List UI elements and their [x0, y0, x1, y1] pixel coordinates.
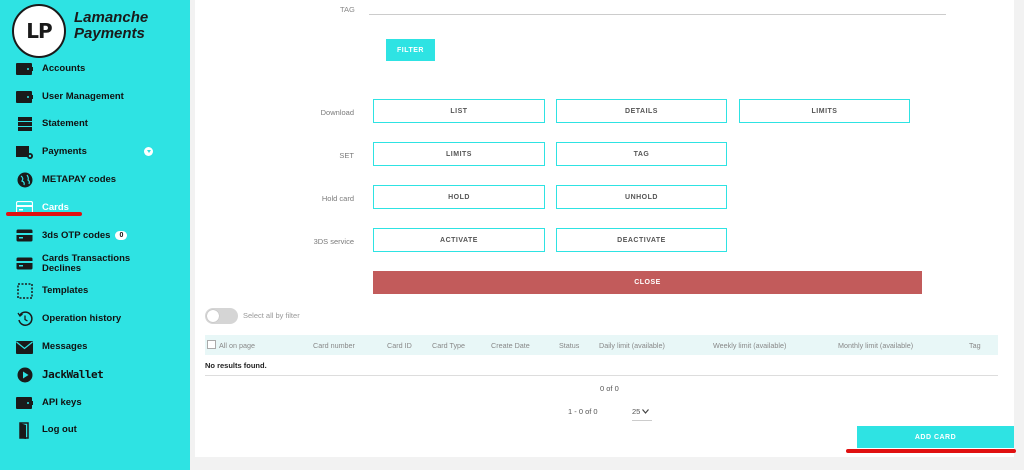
page-size-select[interactable]: 25 [632, 402, 652, 421]
add-card-highlight-underline [846, 449, 1016, 453]
select-all-label: Select all by filter [243, 311, 300, 320]
hold-button[interactable]: HOLD [373, 185, 545, 209]
all-on-page-checkbox[interactable] [207, 340, 216, 349]
door-icon [16, 422, 33, 439]
sidebar-item-log-out[interactable]: Log out [0, 417, 190, 445]
sidebar-item-accounts[interactable]: Accounts [0, 55, 190, 83]
column-header[interactable]: Tag [969, 341, 981, 350]
sidebar-item-3ds-otp-codes[interactable]: 3ds OTP codes 0 [0, 222, 190, 250]
sidebar-item-templates[interactable]: Templates [0, 278, 190, 306]
otp-count-badge: 0 [115, 231, 128, 241]
set-limits-button[interactable]: LIMITS [373, 142, 545, 166]
column-header[interactable]: Status [559, 341, 579, 350]
select-all-toggle[interactable] [205, 308, 238, 324]
download-label: Download [320, 108, 354, 117]
pagination-range: 1 - 0 of 0 [568, 407, 598, 416]
sidebar-item-jackwallet[interactable]: JackWallet [0, 361, 190, 389]
column-header[interactable]: Monthly limit (available) [838, 341, 913, 350]
sidebar-item-statement[interactable]: Statement [0, 111, 190, 139]
sidebar-item-user-management[interactable]: User Management [0, 83, 190, 111]
card-icon [16, 227, 33, 244]
sidebar-item-messages[interactable]: Messages [0, 333, 190, 361]
hold-card-label: Hold card [321, 194, 354, 203]
activate-3ds-button[interactable]: ACTIVATE [373, 228, 545, 252]
table-header: All on page Card number Card ID Card Typ… [205, 335, 998, 355]
column-header[interactable]: Card ID [387, 341, 412, 350]
card-icon [16, 255, 33, 272]
download-list-button[interactable]: LIST [373, 99, 545, 123]
sidebar-item-operation-history[interactable]: Operation history [0, 305, 190, 333]
stack-icon [16, 116, 33, 133]
wallet-icon [16, 394, 33, 411]
result-count: 0 of 0 [600, 384, 619, 393]
add-card-button[interactable]: ADD CARD [857, 426, 1014, 448]
unhold-button[interactable]: UNHOLD [556, 185, 727, 209]
close-button[interactable]: CLOSE [373, 271, 922, 294]
wallet-icon [16, 88, 33, 105]
logo-initials: LP [26, 19, 52, 43]
sidebar-item-payments[interactable]: Payments [0, 138, 190, 166]
all-on-page-label: All on page [219, 341, 255, 350]
column-header[interactable]: Create Date [491, 341, 530, 350]
sidebar-item-metapay-codes[interactable]: METAPAY codes [0, 166, 190, 194]
table-divider [205, 375, 998, 376]
set-label: SET [339, 151, 354, 160]
download-details-button[interactable]: DETAILS [556, 99, 727, 123]
set-tag-button[interactable]: TAG [556, 142, 727, 166]
sidebar-item-api-keys[interactable]: API keys [0, 389, 190, 417]
sidebar-item-cards[interactable]: Cards [0, 194, 190, 222]
download-limits-button[interactable]: LIMITS [739, 99, 910, 123]
tag-filter-input[interactable] [369, 2, 946, 15]
tag-filter-label: TAG [340, 5, 355, 14]
deactivate-3ds-button[interactable]: DEACTIVATE [556, 228, 727, 252]
cards-panel: TAG FILTER Download LIST DETAILS LIMITS … [195, 0, 1014, 457]
filter-button[interactable]: FILTER [386, 39, 435, 61]
sidebar-item-cards-transactions-declines[interactable]: Cards Transactions Declines [0, 250, 190, 278]
payments-icon [16, 144, 33, 161]
sidebar-nav: Accounts User Management Statement Payme… [0, 55, 190, 444]
template-icon [16, 283, 33, 300]
history-icon [16, 311, 33, 328]
empty-table-message: No results found. [205, 361, 267, 370]
column-header[interactable]: Daily limit (available) [599, 341, 665, 350]
column-header[interactable]: Card number [313, 341, 355, 350]
column-header[interactable]: Card Type [432, 341, 465, 350]
play-icon [16, 366, 33, 383]
chevron-down-icon [642, 408, 650, 414]
logo[interactable]: LP [12, 4, 66, 58]
column-header[interactable]: Weekly limit (available) [713, 341, 786, 350]
3ds-service-label: 3DS service [313, 237, 354, 246]
cards-highlight-underline [6, 212, 82, 216]
brand-name: Lamanche Payments [74, 9, 149, 42]
chevron-down-icon[interactable] [144, 147, 153, 157]
mail-icon [16, 339, 33, 356]
wallet-icon [16, 60, 33, 77]
sidebar: LP Lamanche Payments Accounts User Manag… [0, 0, 190, 470]
globe-icon [16, 172, 33, 189]
